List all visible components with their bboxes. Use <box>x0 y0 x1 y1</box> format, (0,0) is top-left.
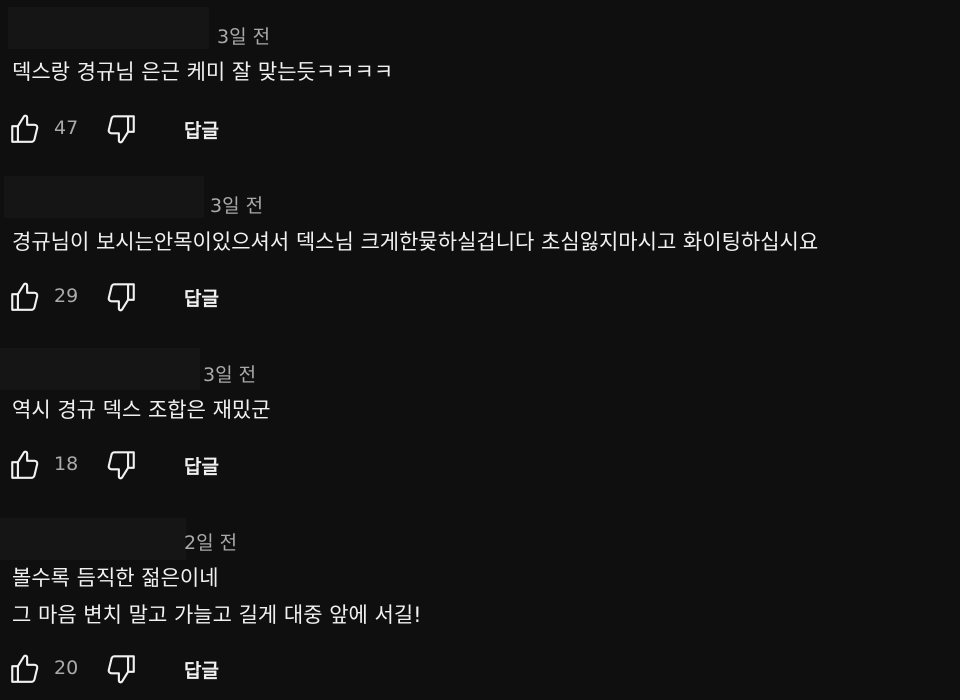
comment-text-line: 덱스랑 경규님 은근 케미 잘 맞는듯ㅋㅋㅋㅋ <box>12 60 394 84</box>
like-count: 18 <box>54 453 79 475</box>
comment-action-bar: 18 답글 <box>0 444 400 486</box>
comment-item: 2일 전 볼수록 듬직한 젊은이네 그 마음 변치 말고 가늘고 길게 대중 앞… <box>0 510 960 700</box>
reply-button[interactable]: 답글 <box>184 116 219 143</box>
thumbs-down-icon[interactable] <box>104 280 138 314</box>
author-name-redacted[interactable] <box>0 518 186 560</box>
comment-item: 3일 전 덱스랑 경규님 은근 케미 잘 맞는듯ㅋㅋㅋㅋ 47 답글 <box>0 0 960 170</box>
comment-text-line: 볼수록 듬직한 젊은이네 <box>12 566 219 590</box>
comment-timestamp[interactable]: 2일 전 <box>184 528 237 555</box>
thumbs-up-icon[interactable] <box>8 652 42 686</box>
author-name-redacted[interactable] <box>4 176 204 218</box>
comment-text: 경규님이 보시는안목이있으셔서 덱스님 크게한뮻하실겁니다 초심잃지마시고 화이… <box>12 224 818 261</box>
comment-text-line: 역시 경규 덱스 조합은 재밌군 <box>12 398 271 422</box>
thumbs-down-icon[interactable] <box>104 112 138 146</box>
comment-action-bar: 20 답글 <box>0 648 400 690</box>
thumbs-down-icon[interactable] <box>104 448 138 482</box>
like-count: 29 <box>54 285 79 307</box>
reply-button[interactable]: 답글 <box>184 452 219 479</box>
reply-button[interactable]: 답글 <box>184 656 219 683</box>
comment-text-line: 경규님이 보시는안목이있으셔서 덱스님 크게한뮻하실겁니다 초심잃지마시고 화이… <box>12 230 819 254</box>
comment-text: 덱스랑 경규님 은근 케미 잘 맞는듯ㅋㅋㅋㅋ <box>12 54 393 91</box>
comment-action-bar: 47 답글 <box>0 108 400 150</box>
comment-action-bar: 29 답글 <box>0 276 400 318</box>
comment-text: 볼수록 듬직한 젊은이네 그 마음 변치 말고 가늘고 길게 대중 앞에 서길! <box>12 560 422 634</box>
comment-item: 3일 전 경규님이 보시는안목이있으셔서 덱스님 크게한뮻하실겁니다 초심잃지마… <box>0 170 960 340</box>
comment-timestamp[interactable]: 3일 전 <box>217 22 270 49</box>
comment-text: 역시 경규 덱스 조합은 재밌군 <box>12 392 271 429</box>
thumbs-up-icon[interactable] <box>8 448 42 482</box>
author-name-redacted[interactable] <box>8 7 209 49</box>
like-count: 47 <box>54 117 79 139</box>
comment-item: 3일 전 역시 경규 덱스 조합은 재밌군 18 답글 <box>0 340 960 510</box>
comment-text-line: 그 마음 변치 말고 가늘고 길게 대중 앞에 서길! <box>12 603 422 627</box>
reply-button[interactable]: 답글 <box>184 284 219 311</box>
like-count: 20 <box>54 657 79 679</box>
author-name-redacted[interactable] <box>0 348 200 390</box>
comment-timestamp[interactable]: 3일 전 <box>210 191 263 218</box>
thumbs-down-icon[interactable] <box>104 652 138 686</box>
thumbs-up-icon[interactable] <box>8 112 42 146</box>
comment-timestamp[interactable]: 3일 전 <box>203 360 256 387</box>
thumbs-up-icon[interactable] <box>8 280 42 314</box>
